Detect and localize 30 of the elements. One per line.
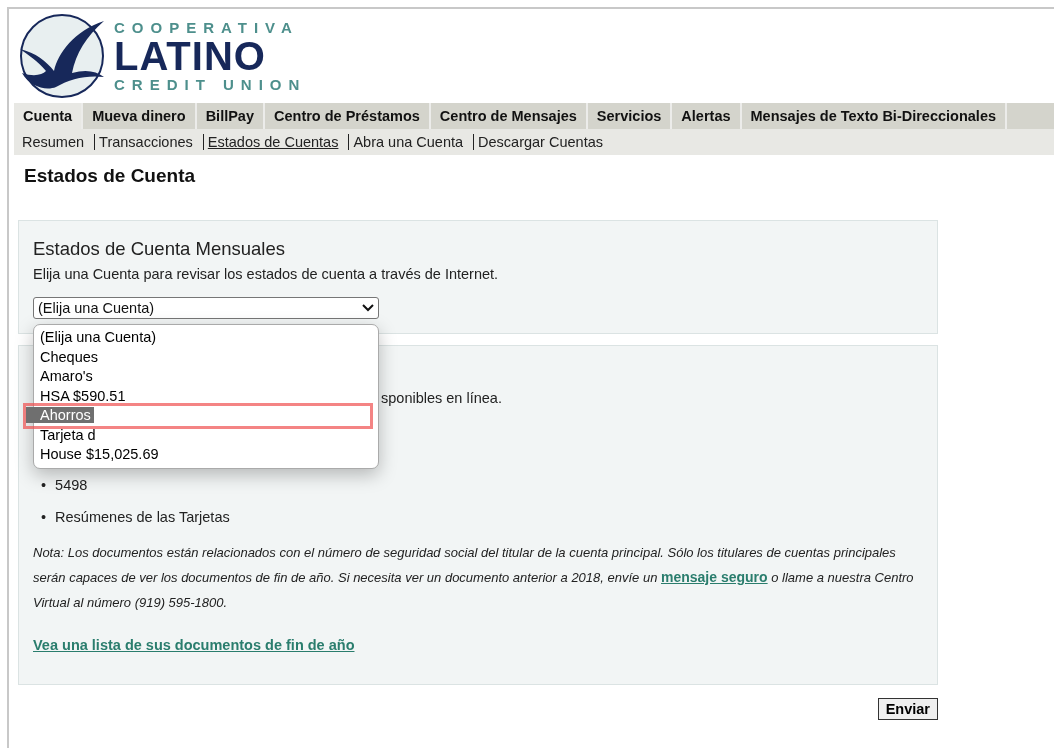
section-description: Elija una Cuenta para revisar los estados de cuenta a través de Internet.	[33, 266, 500, 282]
section-heading: Estados de Cuenta Mensuales	[33, 238, 286, 260]
subnav-link[interactable]: Descargar Cuentas	[473, 134, 613, 150]
dropdown-option[interactable]: Ahorros	[26, 406, 370, 426]
dropdown-option[interactable]: House $15,025.69	[34, 445, 378, 465]
note-text: Nota: Los documentos están relacionados con el número de seguridad social del titular de la cuenta principal. Sólo los titulares de cuentas principales serán capaces de ver los documentos de fin de año. Si necesita ver un documento anterior a 2018, envíe un mensaje seguro o llame a nuestra Centro Virtual al número (919) 595-1800.	[33, 544, 915, 612]
logo-bottom-text: CREDIT UNION	[114, 77, 307, 92]
secure-message-link[interactable]: mensaje seguro	[661, 569, 768, 585]
nav-tab[interactable]: Cuenta	[14, 103, 84, 129]
page-title: Estados de Cuenta	[24, 165, 197, 187]
account-select[interactable]: (Elija una Cuenta)	[33, 297, 379, 319]
subnav-link[interactable]: Estados de Cuentas	[202, 134, 349, 150]
logo-top-text: COOPERATIVA	[114, 20, 300, 35]
dropdown-option[interactable]: (Elija una Cuenta)	[34, 328, 378, 348]
subnav-link[interactable]: Resumen	[18, 134, 95, 150]
documents-text: sponibles en línea.	[381, 390, 503, 406]
logo-name: LATINO	[114, 36, 267, 76]
bullet-mark: •	[41, 476, 47, 494]
subnav-link[interactable]: Transacciones	[94, 134, 203, 150]
chevron-icon	[362, 304, 374, 312]
dropdown-option[interactable]: Amaro's	[34, 367, 378, 387]
bullet-mark: •	[41, 508, 47, 526]
documents-list-link[interactable]: Vea una lista de sus documentos de fin de año	[33, 637, 355, 653]
document-item: Resúmenes de las Tarjetas	[55, 508, 230, 526]
dropdown-option[interactable]: Tarjeta d	[34, 425, 378, 445]
dropdown-option[interactable]: Cheques	[34, 347, 378, 367]
submit-button[interactable]: Enviar	[877, 698, 938, 720]
document-item: 5498	[55, 476, 88, 494]
dropdown-option[interactable]: HSA $590.51	[34, 386, 378, 406]
subnav-link[interactable]: Abra una Cuenta	[348, 134, 474, 150]
